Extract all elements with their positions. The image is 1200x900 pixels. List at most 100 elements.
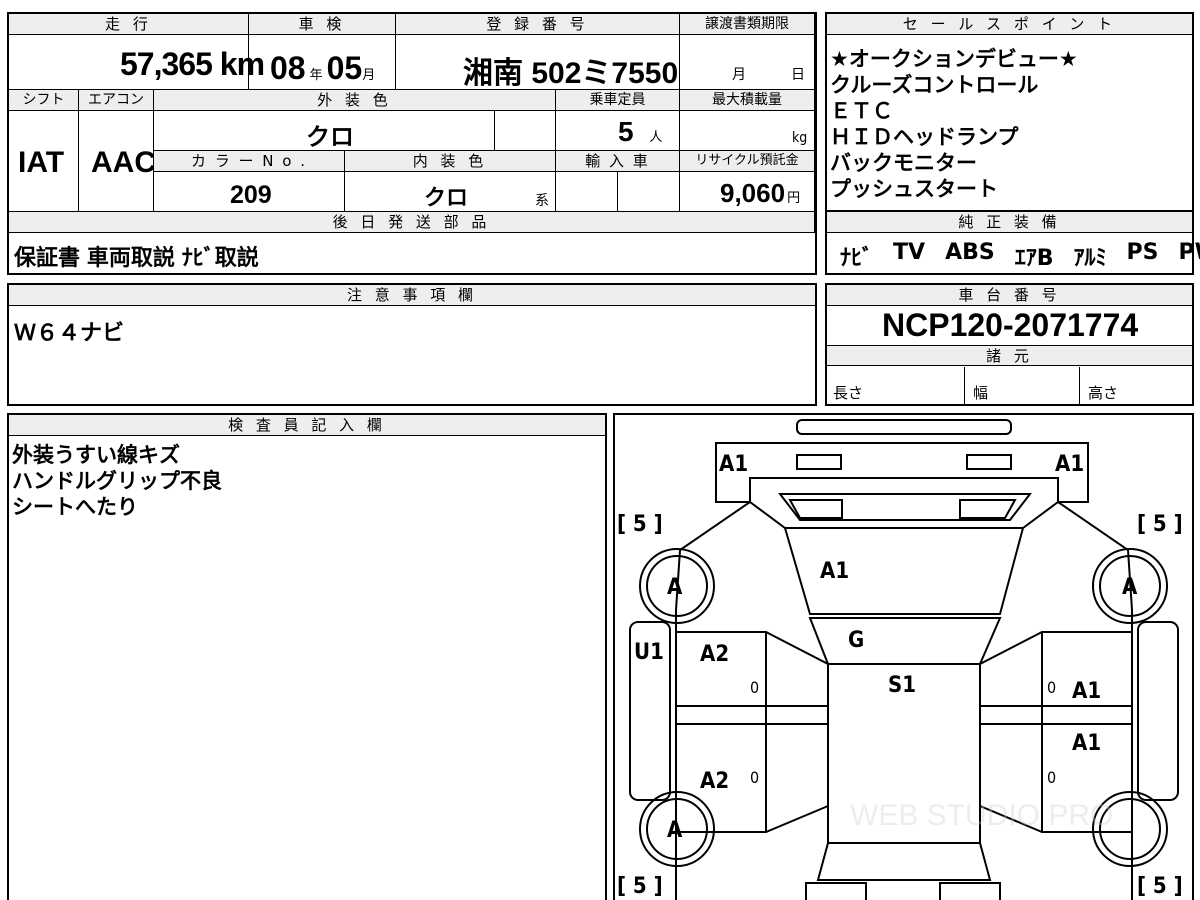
inspector-line: ハンドルグリップ不良 [12, 469, 222, 493]
interior-color-header: 内 装 色 [345, 151, 556, 172]
registration-value: 湘南 502ミ7550 [463, 57, 679, 90]
aircon-header: エアコン [79, 90, 154, 111]
equipment-item: ABS [945, 240, 995, 265]
import-cell-1 [556, 172, 618, 212]
inspector-line: 外装うすい線キズ [12, 443, 180, 467]
inspector-header: 検 査 員 記 入 欄 [9, 415, 605, 436]
front-lamp-left [796, 454, 842, 470]
exterior-color-extra-cell [495, 111, 556, 151]
length-label: 長さ [833, 384, 864, 402]
shift-header: シフト [9, 90, 79, 111]
sales-point-item: ＨＩＤヘッドランプ [830, 125, 1019, 149]
recycle-number: 9,060 [720, 178, 786, 208]
rear-window [816, 842, 992, 881]
specs-header: 諸 元 [827, 345, 1192, 366]
notes-header: 注 意 事 項 欄 [9, 285, 815, 306]
door-mark: 0 [750, 768, 760, 787]
inspector-line: シートへたり [12, 495, 138, 519]
sales-point-item: クルーズコントロール [830, 73, 1039, 97]
sales-points-list: ★オークションデビュー★ クルーズコントロール ＥＴＣ ＨＩＤヘッドランプ バッ… [830, 46, 1078, 202]
capacity-unit: 人 [649, 129, 663, 144]
chassis-value: NCP120-2071774 [882, 307, 1139, 343]
genuine-equipment-header: 純 正 装 備 [827, 212, 1192, 233]
left-u1-label: U1 [634, 640, 664, 665]
later-parts-value: 保証書 車両取説 ﾅﾋﾞ取説 [14, 246, 259, 271]
inspection-value: 08 年 05月 [270, 50, 375, 87]
genuine-equipment-list: ﾅﾋﾞ TV ABS ｴｱB ｱﾙﾐ PS PW [840, 240, 1200, 272]
exterior-color-value: クロ [306, 124, 354, 151]
interior-color-unit: 系 [535, 193, 549, 209]
door-mark: 0 [1047, 768, 1057, 787]
right-front-door-label: A1 [1072, 679, 1102, 704]
sales-point-item: ＥＴＣ [830, 99, 893, 123]
left-rear-door-label: A2 [700, 769, 730, 794]
tire-fr-label: A [1122, 575, 1138, 600]
import-cell-2 [618, 172, 680, 212]
equipment-item: ｴｱB [1014, 246, 1054, 271]
inspection-month-unit: 月 [362, 67, 376, 82]
sales-point-item: ★オークションデビュー★ [830, 47, 1078, 71]
front-lamp-right [966, 454, 1012, 470]
notes-value: Ｗ６４ナビ [14, 321, 125, 346]
mileage-number: 57,365 [120, 46, 213, 82]
bracket-bottom-right: [ 5 ] [1137, 874, 1183, 899]
transfer-month-unit: 月 [732, 67, 746, 83]
recycle-header: リサイクル預託金 [680, 151, 815, 172]
color-no-value: 209 [230, 181, 272, 209]
inspection-year: 08 [270, 50, 306, 86]
interior-color-value: クロ [424, 185, 469, 210]
recycle-value: 9,060 円 [720, 178, 800, 209]
right-side-strip [1137, 621, 1179, 801]
sales-point-item: プッシュスタート [830, 177, 998, 201]
inspection-month: 05 [326, 50, 363, 86]
inspector-lines: 外装うすい線キズ ハンドルグリップ不良 シートへたり [12, 442, 222, 520]
later-parts-header: 後 日 発 送 部 品 [9, 212, 815, 233]
watermark: WEB STUDIO PRO [850, 799, 1113, 832]
height-label: 高さ [1088, 384, 1119, 402]
front-bumper-bar [796, 419, 1012, 435]
capacity-header: 乗車定員 [556, 90, 680, 111]
color-no-header: カ ラ ー N o . [154, 151, 345, 172]
capacity-value: 5 人 [618, 116, 662, 148]
roof-s1-label: S1 [888, 673, 917, 698]
hood-a1-label: A1 [820, 559, 850, 584]
registration-header: 登 録 番 号 [396, 14, 680, 35]
equipment-item: PS [1126, 240, 1159, 265]
windshield-g-label: G [848, 628, 865, 653]
import-header: 輸 入 車 [556, 151, 680, 172]
aircon-value: AAC [91, 146, 156, 179]
mileage-value: 57,365 km [120, 46, 265, 83]
windshield [808, 617, 1002, 665]
front-right-a1-label: A1 [1055, 452, 1085, 477]
chassis-header: 車 台 番 号 [827, 285, 1192, 306]
rear-bumper-right [939, 882, 1001, 900]
equipment-item: TV [893, 240, 926, 265]
shift-value: IAT [18, 146, 65, 179]
bracket-bottom-left: [ 5 ] [617, 874, 663, 899]
width-label: 幅 [973, 384, 989, 402]
body-left [675, 501, 786, 900]
front-left-a1-label: A1 [719, 452, 749, 477]
tire-fl-label: A [667, 575, 683, 600]
recycle-unit: 円 [787, 190, 801, 205]
sales-point-item: バックモニター [830, 151, 977, 175]
right-rear-door-label: A1 [1072, 731, 1102, 756]
exterior-color-header: 外 装 色 [154, 90, 556, 111]
grille [777, 493, 1033, 521]
equipment-item: PW [1178, 240, 1200, 265]
tire-rl-label: A [667, 818, 683, 843]
inspection-year-unit: 年 [309, 67, 323, 82]
max-load-unit: kg [792, 130, 808, 146]
grille-inner [788, 499, 1017, 519]
transfer-deadline-header: 譲渡書類期限 [680, 14, 815, 35]
bracket-top-right: [ 5 ] [1137, 512, 1183, 537]
mileage-header: 走 行 [9, 14, 249, 35]
bracket-top-left: [ 5 ] [617, 512, 663, 537]
rear-bumper-left [805, 882, 867, 900]
max-load-header: 最大積載量 [680, 90, 815, 111]
transfer-day-unit: 日 [791, 67, 805, 83]
inspection-header: 車 検 [249, 14, 396, 35]
door-mark: 0 [750, 678, 760, 697]
capacity-number: 5 [618, 116, 634, 147]
door-mark: 0 [1047, 678, 1057, 697]
